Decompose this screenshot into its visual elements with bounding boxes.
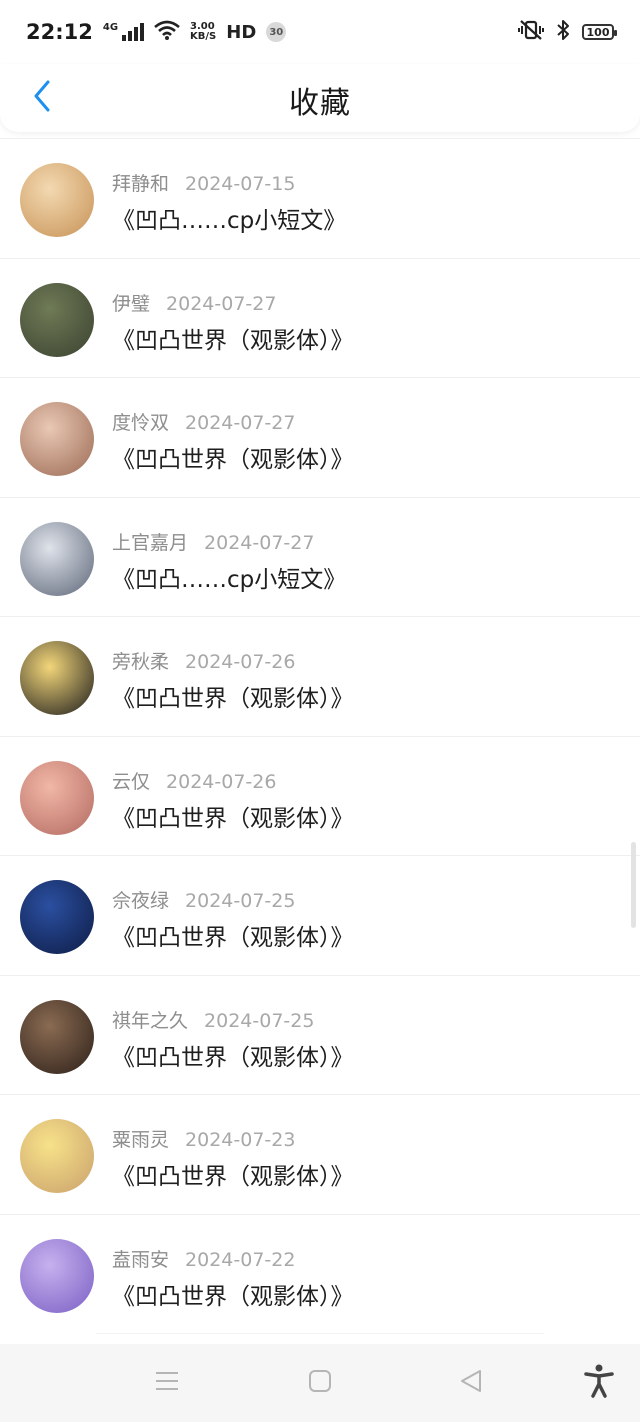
battery-indicator: 100 xyxy=(582,24,617,40)
system-nav-bar xyxy=(0,1344,640,1422)
item-date: 2024-07-27 xyxy=(166,292,277,315)
item-date: 2024-07-23 xyxy=(185,1129,296,1151)
avatar[interactable] xyxy=(20,1238,94,1313)
author-name: 旁秋柔 xyxy=(112,651,170,673)
avatar[interactable] xyxy=(20,1119,94,1193)
favorites-list: 拜静和 2024-07-15 《凹凸……cp小短文》 伊璧 2024-07-27 《… xyxy=(0,138,640,1334)
accessibility-icon xyxy=(584,1364,614,1402)
work-title[interactable]: 《凹凸……cp小短文》 xyxy=(112,201,346,235)
author-name: 粟雨灵 xyxy=(112,1129,170,1151)
item-date: 2024-07-27 xyxy=(204,531,315,554)
author-name: 云仅 xyxy=(112,770,151,793)
author-name: 上官嘉月 xyxy=(112,531,189,554)
wifi-icon xyxy=(154,20,180,44)
hd-indicator: HD xyxy=(226,21,257,43)
bluetooth-icon xyxy=(556,19,570,45)
item-date: 2024-07-26 xyxy=(185,651,296,673)
status-right: 100 xyxy=(518,19,617,45)
page-title: 收藏 xyxy=(289,86,351,121)
item-date: 2024-07-15 xyxy=(185,173,296,195)
work-title[interactable]: 《凹凸世界（观影体）》 xyxy=(112,440,354,474)
author-name: 拜静和 xyxy=(112,173,170,195)
author-name: 伊璧 xyxy=(112,292,151,315)
cellular-signal-icon: 4G xyxy=(102,22,145,41)
item-meta: 伊璧 2024-07-27 xyxy=(112,289,276,316)
list-item[interactable]: 佘夜绿 2024-07-25 《凹凸世界（观影体）》 xyxy=(0,855,640,975)
item-meta: 祺年之久 2024-07-25 xyxy=(112,1006,314,1033)
net-speed: 3.00 KB/S xyxy=(190,22,216,42)
item-date: 2024-07-25 xyxy=(185,890,296,912)
status-bar: 22:12 4G 3.00 KB/S HD 30 100 xyxy=(0,0,640,64)
item-meta: 盍雨安 2024-07-22 xyxy=(112,1245,295,1272)
item-date: 2024-07-25 xyxy=(204,1009,315,1032)
status-time: 22:12 xyxy=(26,20,93,44)
net-speed-unit: KB/S xyxy=(190,31,217,42)
triangle-back-icon xyxy=(458,1368,484,1398)
vibrate-off-icon xyxy=(518,19,544,45)
notification-badge: 30 xyxy=(266,22,287,42)
menu-button[interactable] xyxy=(152,1368,182,1398)
list-item[interactable]: 拜静和 2024-07-15 《凹凸……cp小短文》 xyxy=(0,138,640,258)
avatar[interactable] xyxy=(20,880,94,954)
item-meta: 上官嘉月 2024-07-27 xyxy=(112,528,314,555)
item-date: 2024-07-27 xyxy=(185,412,296,434)
list-item[interactable]: 粟雨灵 2024-07-23 《凹凸世界（观影体）》 xyxy=(0,1094,640,1214)
work-title[interactable]: 《凹凸世界（观影体）》 xyxy=(112,1157,354,1191)
list-item[interactable]: 上官嘉月 2024-07-27 《凹凸……cp小短文》 xyxy=(0,496,640,617)
work-title[interactable]: 《凹凸世界（观影体）》 xyxy=(112,1277,354,1311)
home-button[interactable] xyxy=(305,1368,335,1398)
item-meta: 旁秋柔 2024-07-26 xyxy=(112,647,295,674)
list-item[interactable]: 盍雨安 2024-07-22 《凹凸世界（观影体）》 xyxy=(0,1213,640,1334)
list-item[interactable]: 旁秋柔 2024-07-26 《凹凸世界（观影体）》 xyxy=(0,616,640,736)
network-type: 4G xyxy=(102,22,119,33)
avatar[interactable] xyxy=(20,760,94,835)
avatar[interactable] xyxy=(20,999,94,1074)
avatar[interactable] xyxy=(20,163,94,237)
work-title[interactable]: 《凹凸世界（观影体）》 xyxy=(112,321,354,355)
item-date: 2024-07-26 xyxy=(166,770,277,793)
item-meta: 粟雨灵 2024-07-23 xyxy=(112,1125,295,1152)
item-meta: 云仅 2024-07-26 xyxy=(112,767,276,794)
item-meta: 佘夜绿 2024-07-25 xyxy=(112,886,295,913)
work-title[interactable]: 《凹凸世界（观影体）》 xyxy=(112,1038,354,1072)
work-title[interactable]: 《凹凸……cp小短文》 xyxy=(112,560,346,594)
item-meta: 拜静和 2024-07-15 xyxy=(112,169,295,196)
list-item[interactable]: 祺年之久 2024-07-25 《凹凸世界（观影体）》 xyxy=(0,974,640,1095)
work-title[interactable]: 《凹凸世界（观影体）》 xyxy=(112,918,354,952)
author-name: 度怜双 xyxy=(112,412,170,434)
author-name: 祺年之久 xyxy=(112,1009,189,1032)
work-title[interactable]: 《凹凸世界（观影体）》 xyxy=(112,799,354,833)
list-item[interactable]: 云仅 2024-07-26 《凹凸世界（观影体）》 xyxy=(0,735,640,856)
author-name: 佘夜绿 xyxy=(112,890,170,912)
menu-icon xyxy=(154,1370,180,1396)
work-title[interactable]: 《凹凸世界（观影体）》 xyxy=(112,679,354,713)
avatar[interactable] xyxy=(20,641,94,715)
scrollbar[interactable] xyxy=(631,842,636,928)
accessibility-button[interactable] xyxy=(584,1364,614,1398)
square-icon xyxy=(308,1369,332,1397)
list-item[interactable]: 度怜双 2024-07-27 《凹凸世界（观影体）》 xyxy=(0,377,640,497)
author-name: 盍雨安 xyxy=(112,1248,170,1271)
avatar[interactable] xyxy=(20,521,94,596)
avatar[interactable] xyxy=(20,402,94,476)
header-bar: 收藏 xyxy=(0,64,640,132)
system-back-button[interactable] xyxy=(456,1368,486,1398)
list-item[interactable]: 伊璧 2024-07-27 《凹凸世界（观影体）》 xyxy=(0,257,640,378)
item-date: 2024-07-22 xyxy=(185,1248,296,1271)
avatar[interactable] xyxy=(20,282,94,357)
item-meta: 度怜双 2024-07-27 xyxy=(112,408,295,435)
status-left: 22:12 4G 3.00 KB/S HD 30 xyxy=(26,20,287,44)
